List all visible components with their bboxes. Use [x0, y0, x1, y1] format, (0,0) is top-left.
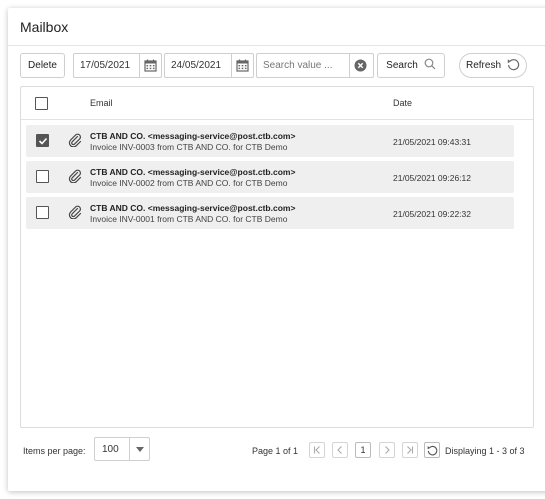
- table-row[interactable]: CTB AND CO. <messaging-service@post.ctb.…: [26, 125, 514, 157]
- grid-header: Email Date: [21, 87, 533, 120]
- date-to-value: 24/05/2021: [171, 60, 222, 71]
- row-from: CTB AND CO. <messaging-service@post.ctb.…: [90, 203, 296, 213]
- select-all-checkbox[interactable]: [35, 97, 48, 110]
- last-page-button[interactable]: [402, 442, 418, 458]
- row-checkbox[interactable]: [36, 134, 49, 147]
- row-subject: Invoice INV-0003 from CTB AND CO. for CT…: [90, 142, 288, 152]
- magnifier-icon: [424, 58, 436, 73]
- calendar-icon[interactable]: [231, 54, 253, 77]
- paperclip-icon: [68, 133, 82, 152]
- items-per-page-select[interactable]: 100: [94, 437, 150, 461]
- row-date: 21/05/2021 09:26:12: [393, 173, 471, 183]
- clear-circle-icon[interactable]: [349, 54, 371, 77]
- search-input[interactable]: [257, 60, 349, 71]
- table-row[interactable]: CTB AND CO. <messaging-service@post.ctb.…: [26, 197, 514, 229]
- paperclip-icon: [68, 169, 82, 188]
- column-header-date[interactable]: Date: [393, 98, 412, 108]
- row-date: 21/05/2021 09:22:32: [393, 209, 471, 219]
- current-page-indicator[interactable]: 1: [355, 442, 371, 458]
- refresh-icon[interactable]: [424, 442, 440, 458]
- column-header-email[interactable]: Email: [90, 98, 113, 108]
- search-field: [256, 53, 374, 78]
- first-page-button[interactable]: [309, 442, 325, 458]
- search-label: Search: [386, 60, 418, 71]
- items-per-page-value: 100: [102, 443, 119, 455]
- delete-button[interactable]: Delete: [20, 53, 65, 78]
- refresh-button[interactable]: Refresh: [459, 53, 527, 78]
- row-subject: Invoice INV-0001 from CTB AND CO. for CT…: [90, 214, 288, 224]
- row-subject: Invoice INV-0002 from CTB AND CO. for CT…: [90, 178, 288, 188]
- row-checkbox[interactable]: [36, 170, 49, 183]
- mailbox-panel: Mailbox Delete 17/05/2021 24/05/2021 Sea…: [8, 8, 545, 491]
- calendar-icon[interactable]: [139, 54, 161, 77]
- table-row[interactable]: CTB AND CO. <messaging-service@post.ctb.…: [26, 161, 514, 193]
- page-info: Page 1 of 1: [252, 446, 299, 456]
- title-divider: [8, 45, 545, 46]
- date-from-field[interactable]: 17/05/2021: [73, 53, 162, 78]
- chevron-down-icon: [129, 438, 149, 460]
- row-from: CTB AND CO. <messaging-service@post.ctb.…: [90, 167, 296, 177]
- date-from-value: 17/05/2021: [80, 60, 131, 71]
- refresh-label: Refresh: [465, 60, 501, 71]
- refresh-icon: [507, 58, 520, 74]
- items-per-page-label: Items per page:: [23, 446, 86, 456]
- row-from: CTB AND CO. <messaging-service@post.ctb.…: [90, 131, 296, 141]
- next-page-button[interactable]: [379, 442, 395, 458]
- paperclip-icon: [68, 205, 82, 224]
- search-button[interactable]: Search: [377, 53, 445, 78]
- previous-page-button[interactable]: [332, 442, 348, 458]
- delete-label: Delete: [28, 60, 57, 71]
- row-date: 21/05/2021 09:43:31: [393, 137, 471, 147]
- row-checkbox[interactable]: [36, 206, 49, 219]
- mail-grid: Email Date CTB AND CO. <messaging-servic…: [20, 86, 534, 428]
- date-to-field[interactable]: 24/05/2021: [164, 53, 254, 78]
- display-info: Displaying 1 - 3 of 3: [445, 446, 525, 456]
- page-title: Mailbox: [20, 19, 69, 35]
